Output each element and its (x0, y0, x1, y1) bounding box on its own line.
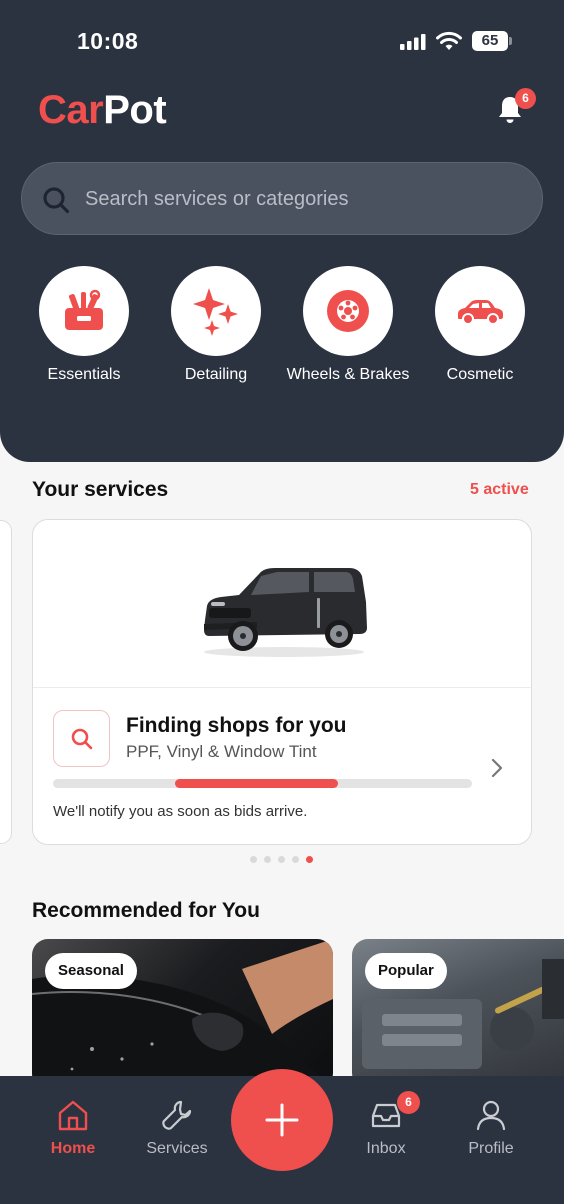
cellular-signal-icon (400, 34, 426, 50)
inbox-badge: 6 (397, 1091, 420, 1114)
car-icon (458, 300, 503, 325)
tab-label: Home (50, 1140, 96, 1157)
create-request-button[interactable] (231, 1069, 333, 1171)
popular-tag: Popular (365, 953, 447, 989)
search-bar[interactable] (21, 162, 543, 235)
service-card[interactable]: Finding shops for you PPF, Vinyl & Windo… (32, 519, 532, 845)
plus-icon (265, 1103, 299, 1137)
sparkles-icon (193, 288, 238, 336)
search-icon (71, 728, 93, 750)
logo-pot-text: Pot (103, 88, 167, 132)
recommended-card-seasonal[interactable]: Seasonal (32, 939, 333, 1089)
tab-inbox[interactable]: Inbox (336, 1098, 436, 1158)
header-panel: 10:08 65 CarPot 6 Search services or cat… (0, 0, 564, 462)
status-bar: 10:08 65 (0, 26, 564, 58)
tab-home[interactable]: Home (23, 1098, 123, 1158)
previous-service-card[interactable] (0, 520, 12, 844)
progress-fill (175, 779, 338, 788)
category-label: Detailing (184, 366, 248, 383)
chevron-right-icon[interactable] (491, 758, 503, 778)
tire-icon (327, 290, 369, 332)
vehicle-image (33, 520, 531, 688)
logo-car-text: Car (38, 88, 104, 132)
category-label: Wheels & Brakes (286, 366, 410, 383)
pager-dot[interactable] (264, 856, 271, 863)
pager-dot[interactable] (278, 856, 285, 863)
category-essentials[interactable]: Essentials (19, 266, 149, 384)
service-types: PPF, Vinyl & Window Tint (126, 742, 317, 761)
service-note: We'll notify you as soon as bids arrive. (53, 803, 308, 820)
tab-profile[interactable]: Profile (441, 1098, 541, 1158)
category-detailing[interactable]: Detailing (151, 266, 281, 384)
wifi-icon (436, 31, 462, 50)
seasonal-tag: Seasonal (45, 953, 137, 989)
notification-badge: 6 (515, 88, 536, 109)
active-services-link[interactable]: 5 active (470, 481, 529, 499)
recommended-title: Recommended for You (32, 899, 260, 922)
pager-dot[interactable] (292, 856, 299, 863)
status-time: 10:08 (77, 28, 139, 54)
category-wheels-brakes[interactable]: Wheels & Brakes (283, 266, 413, 384)
category-label: Cosmetic (446, 366, 514, 383)
battery-icon: 65 (472, 31, 512, 51)
your-services-title: Your services (32, 478, 169, 501)
tab-label: Inbox (366, 1140, 406, 1157)
pager-dot[interactable] (250, 856, 257, 863)
tab-services[interactable]: Services (127, 1098, 227, 1158)
wrench-icon (162, 1100, 192, 1130)
progress-track (53, 779, 472, 788)
profile-icon (476, 1100, 506, 1131)
category-label: Essentials (47, 366, 121, 383)
search-icon (43, 187, 70, 214)
service-status-title: Finding shops for you (126, 714, 347, 737)
tab-label: Services (146, 1140, 208, 1157)
toolbox-icon (65, 289, 103, 330)
search-input[interactable] (85, 181, 515, 217)
pager-dot[interactable] (306, 856, 313, 863)
tab-label: Profile (468, 1140, 514, 1157)
battery-level: 65 (472, 31, 508, 51)
suv-illustration (204, 568, 367, 657)
search-status-badge (53, 710, 110, 767)
recommended-card-popular[interactable]: Popular (352, 939, 564, 1089)
app-logo: CarPot (38, 86, 167, 134)
category-cosmetic[interactable]: Cosmetic (415, 266, 545, 384)
home-icon (58, 1100, 88, 1131)
